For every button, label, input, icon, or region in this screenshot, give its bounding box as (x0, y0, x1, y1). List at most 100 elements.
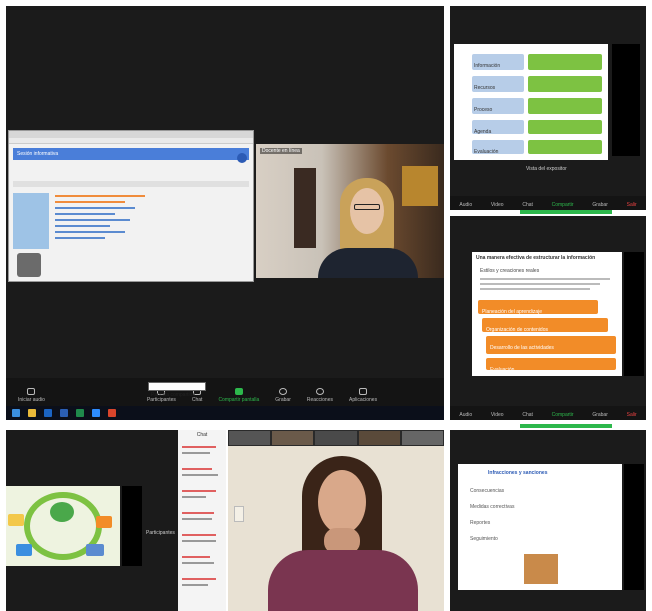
toolbar-item[interactable]: Reacciones (307, 388, 333, 403)
diagram-node-icon (16, 544, 32, 556)
zoom-icon[interactable] (92, 409, 100, 417)
toolbar-item[interactable]: Compartir pantalla (218, 388, 259, 403)
mid-right-meeting-window: Una manera efectiva de estructurar la in… (450, 216, 646, 420)
record-icon (279, 388, 288, 395)
explorer-icon[interactable] (28, 409, 36, 417)
presenter-body (318, 248, 418, 278)
diagram-node-icon (96, 516, 112, 528)
participant-body (268, 550, 418, 611)
green-share-bar (520, 210, 612, 214)
toolbar-item[interactable]: Audio (459, 202, 472, 208)
diagram-node-icon (86, 544, 104, 556)
shared-slide (6, 486, 120, 566)
meeting-toolbar: Audio Video Chat Compartir Grabar Salir (450, 196, 646, 210)
presenter-thumbnail (122, 486, 142, 566)
shared-screen: Sesión informativa (8, 130, 254, 282)
presenter-name-label: Docente en línea (260, 148, 302, 154)
wall-switch (234, 506, 244, 522)
site-header: Sesión informativa (13, 148, 249, 160)
toolbar-item[interactable]: Salir (627, 412, 637, 418)
main-meeting-window: Sesión informativa Docente en línea Inic… (6, 6, 444, 420)
bottom-right-meeting-window: Infracciones y sanciones Consecuencias M… (450, 430, 646, 611)
browser-tabbar (9, 131, 253, 138)
slide-row-desc (528, 54, 602, 70)
top-right-meeting-window: Información Recursos Proceso Agenda Eval… (450, 6, 646, 210)
reactions-icon (315, 388, 324, 395)
slide-bullet: Seguimiento (470, 536, 498, 542)
toolbar-item[interactable]: Video (491, 202, 504, 208)
chat-message (182, 488, 222, 506)
slide-row-desc (528, 98, 602, 114)
shared-slide: Una manera efectiva de estructurar la in… (472, 252, 622, 376)
chat-panel: Chat (178, 430, 226, 611)
slide-bullet: Consecuencias (470, 488, 505, 494)
toolbar-item[interactable]: Grabar (592, 202, 608, 208)
slide-step: Planeación del aprendizaje (478, 300, 598, 315)
diagram-center-icon (50, 502, 74, 522)
slide-row-label: Evaluación (472, 140, 524, 155)
toolbar-item[interactable]: Salir (627, 202, 637, 208)
toolbar-item[interactable]: Iniciar audio (18, 388, 45, 403)
shared-slide: Información Recursos Proceso Agenda Eval… (454, 44, 608, 160)
toolbar-item[interactable]: Chat (522, 412, 533, 418)
slide-bullet: Reportes (470, 520, 491, 526)
toolbar-item[interactable]: Aplicaciones (349, 388, 377, 403)
chat-title: Chat (196, 432, 208, 438)
meeting-toolbar: Iniciar audio Participantes Chat Compart… (6, 378, 444, 406)
site-title: Sesión informativa (17, 151, 59, 157)
diagram-node-icon (8, 514, 24, 526)
meeting-toolbar: Audio Video Chat Compartir Grabar Salir (450, 406, 646, 420)
presenter-glasses (354, 204, 380, 210)
slide-row-label: Proceso (472, 98, 524, 114)
presenter-face (350, 188, 384, 234)
slide-row-label: Información (472, 54, 524, 70)
participant-thumb (229, 431, 271, 445)
slide-subtitle: Estilos y creaciones reales (480, 268, 540, 274)
slide-row-label: Agenda (472, 120, 524, 135)
slide-row-desc (528, 120, 602, 134)
toolbar-item[interactable]: Chat (522, 202, 533, 208)
shared-slide: Infracciones y sanciones Consecuencias M… (458, 464, 622, 590)
slide-row-label: Recursos (472, 76, 524, 92)
door-frame (294, 168, 316, 248)
participant-face (318, 470, 366, 534)
share-notice: Pantalla compartida (148, 382, 206, 398)
chat-message (182, 532, 222, 550)
toolbar-item[interactable]: Video (491, 412, 504, 418)
chat-message (182, 554, 222, 572)
mic-icon (27, 388, 36, 395)
sidebar-thumbnail (17, 253, 41, 277)
toolbar-item[interactable]: Grabar (275, 388, 291, 403)
participant-thumb (401, 431, 444, 445)
windows-taskbar (6, 406, 444, 420)
site-logo-icon (237, 153, 247, 163)
toolbar-item[interactable]: Grabar (592, 412, 608, 418)
site-sidebar (13, 193, 49, 249)
browser-addressbar[interactable] (9, 138, 253, 144)
toolbar-item[interactable]: Compartir (552, 202, 574, 208)
presenter-thumbnail (612, 44, 640, 156)
word-icon[interactable] (60, 409, 68, 417)
share-icon (234, 388, 243, 395)
outlook-icon[interactable] (44, 409, 52, 417)
slide-step: Evaluación (486, 358, 616, 373)
bottom-middle-meeting-window (228, 430, 444, 611)
toolbar-item[interactable]: Compartir (552, 412, 574, 418)
slide-photo (524, 554, 558, 584)
office-icon[interactable] (108, 409, 116, 417)
participant-thumb (358, 431, 400, 445)
slide-row-desc (528, 76, 602, 92)
slide-bullet: Medidas correctivas (470, 504, 515, 510)
participant-thumb (272, 431, 314, 445)
presenter-thumbnail (624, 464, 644, 590)
presenter-video: Docente en línea (256, 144, 444, 278)
excel-icon[interactable] (76, 409, 84, 417)
participants-side-label: Participantes (146, 530, 175, 536)
slide-title: Una manera efectiva de estructurar la in… (476, 255, 596, 261)
slide-row-desc (528, 140, 602, 154)
toolbar-item[interactable]: Audio (459, 412, 472, 418)
slide-title: Infracciones y sanciones (488, 470, 548, 476)
bottom-left-meeting-window: Participantes (6, 430, 178, 611)
participant-thumb (315, 431, 357, 445)
start-icon[interactable] (12, 409, 20, 417)
